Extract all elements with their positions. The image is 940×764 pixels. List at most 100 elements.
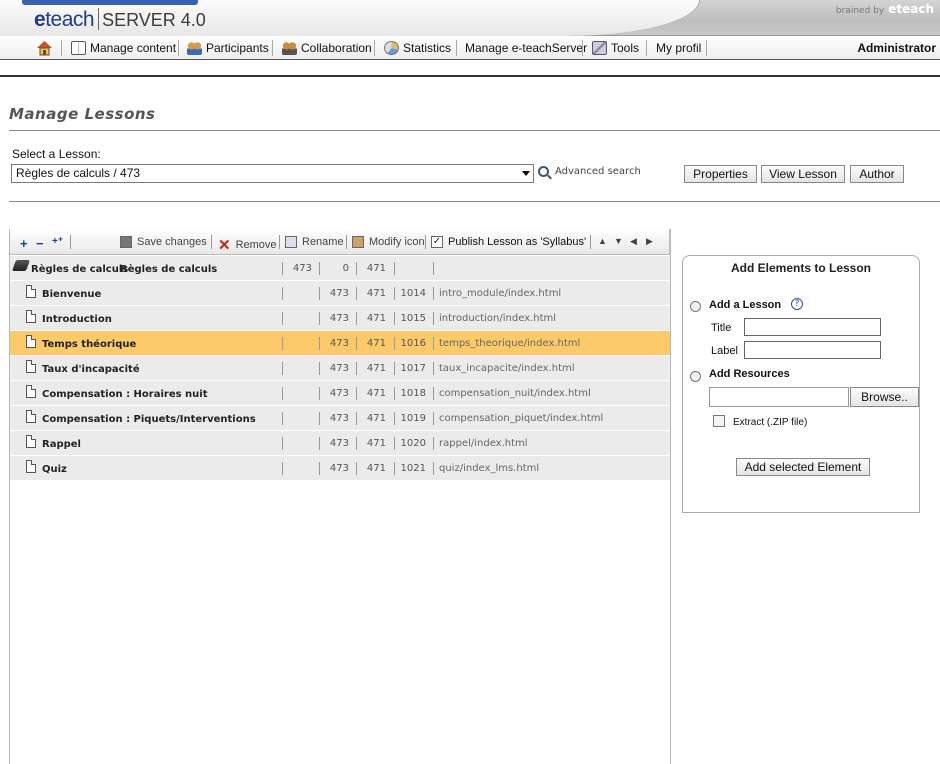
row-path: temps_theorique/index.html	[439, 338, 581, 349]
people-icon	[187, 41, 202, 55]
menu-statistics[interactable]: Statistics	[384, 39, 451, 57]
advanced-search-link[interactable]: Advanced search	[538, 166, 641, 177]
search-icon	[538, 166, 549, 177]
book-icon	[71, 41, 86, 55]
menu-participants[interactable]: Participants	[187, 39, 269, 57]
panel-title: Add Elements to Lesson	[730, 261, 872, 275]
current-user: Administrator	[857, 41, 936, 55]
chart-icon	[384, 41, 399, 55]
chevron-down-icon	[522, 171, 530, 176]
author-button[interactable]: Author	[850, 165, 904, 183]
remove-button[interactable]: ✕ Remove	[218, 236, 277, 254]
add-lesson-label: Add a Lesson	[709, 299, 782, 311]
document-icon	[26, 385, 36, 398]
tree-row[interactable]: Rappel 473 471 1020 rappel/index.html	[10, 431, 670, 456]
row-name: Quiz	[42, 464, 67, 475]
row-name: Temps théorique	[42, 339, 137, 350]
properties-button[interactable]: Properties	[684, 165, 757, 183]
document-icon	[26, 435, 36, 448]
main-menu: Manage content Participants Collaboratio…	[0, 36, 940, 60]
tree-row[interactable]: Taux d'incapacité 473 471 1017 taux_incapaci…	[10, 356, 670, 381]
tree-root-row[interactable]: Règles de calculs Règles de calculs 473 …	[10, 256, 670, 281]
title-input[interactable]	[744, 318, 881, 336]
label-input[interactable]	[744, 341, 881, 359]
row-path: compensation_piquet/index.html	[439, 413, 604, 424]
divider	[9, 201, 940, 202]
tree-toolbar: + − +⁺ Save changes ✕ Remove Rename Modif…	[10, 229, 670, 255]
save-changes-button[interactable]: Save changes	[120, 236, 207, 248]
menu-manage-content[interactable]: Manage content	[71, 39, 176, 57]
document-icon	[26, 335, 36, 348]
row-name: Bienvenue	[42, 289, 102, 300]
divider	[0, 75, 940, 77]
document-icon	[26, 285, 36, 298]
document-icon	[26, 310, 36, 323]
document-icon	[26, 410, 36, 423]
menu-manage-eteachserver[interactable]: Manage e-teachServer	[465, 39, 587, 57]
lesson-select[interactable]: Règles de calculs / 473	[11, 164, 534, 183]
move-left-icon[interactable]: ◀	[630, 236, 637, 247]
row-path: taux_incapacite/index.html	[439, 363, 575, 374]
menu-my-profil[interactable]: My profil	[656, 39, 701, 57]
title-label: Title	[711, 322, 732, 334]
home-icon[interactable]	[36, 39, 53, 57]
row-name: Compensation : Piquets/Interventions	[42, 414, 256, 425]
document-icon	[26, 460, 36, 473]
expand-all-icon[interactable]: +⁺	[52, 236, 63, 247]
tree-row[interactable]: Bienvenue 473 471 1014 intro_module/index.ht…	[10, 281, 670, 306]
row-path: introduction/index.html	[439, 313, 557, 324]
add-resources-label: Add Resources	[709, 368, 790, 380]
row-path: compensation_nuit/index.html	[439, 388, 591, 399]
root-name: Règles de calculs	[31, 264, 129, 275]
modify-icon-button[interactable]: Modify icon	[352, 236, 425, 248]
document-icon	[26, 360, 36, 373]
root-title: Règles de calculs	[120, 264, 218, 275]
eteach-logo: eteach SERVER 4.0	[34, 8, 206, 31]
rename-button[interactable]: Rename	[285, 236, 344, 248]
add-lesson-radio[interactable]	[690, 301, 701, 312]
menu-tools[interactable]: Tools	[592, 39, 639, 57]
tree-row[interactable]: Quiz 473 471 1021 quiz/index_lms.html	[10, 456, 670, 481]
menu-collaboration[interactable]: Collaboration	[282, 39, 372, 57]
tree-row[interactable]: Compensation : Piquets/Interventions 473 4…	[10, 406, 670, 431]
tree-row[interactable]: Compensation : Horaires nuit 473 471 1018 co…	[10, 381, 670, 406]
extract-zip-checkbox[interactable]	[713, 415, 725, 427]
rename-icon	[285, 236, 297, 248]
top-header: eteach SERVER 4.0 brained by eteach	[0, 0, 940, 36]
lesson-tree: + − +⁺ Save changes ✕ Remove Rename Modif…	[9, 229, 671, 764]
tree-row[interactable]: Temps théorique 473 471 1016 temps_theorique…	[10, 331, 670, 356]
tools-icon	[592, 41, 607, 55]
row-name: Introduction	[42, 314, 112, 325]
books-icon	[11, 260, 31, 271]
image-icon	[352, 236, 364, 248]
expand-icon[interactable]: +	[20, 236, 28, 251]
add-resources-radio[interactable]	[690, 371, 701, 382]
move-right-icon[interactable]: ▶	[646, 236, 653, 247]
collapse-icon[interactable]: −	[36, 236, 44, 251]
row-name: Compensation : Horaires nuit	[42, 389, 208, 400]
label-label: Label	[711, 345, 738, 357]
row-name: Rappel	[42, 439, 81, 450]
tree-row[interactable]: Introduction 473 471 1015 introduction/index…	[10, 306, 670, 331]
browse-button[interactable]: Browse..	[850, 387, 919, 407]
row-path: rappel/index.html	[439, 438, 528, 449]
move-down-icon[interactable]: ▼	[614, 236, 623, 246]
move-up-icon[interactable]: ▲	[598, 236, 607, 246]
floppy-icon	[120, 236, 132, 248]
select-lesson-label: Select a Lesson:	[12, 147, 101, 161]
publish-syllabus-checkbox[interactable]: ✓ Publish Lesson as 'Syllabus'	[431, 236, 586, 248]
file-path-input[interactable]	[709, 387, 849, 407]
divider	[9, 130, 940, 131]
extract-zip-label: Extract (.ZIP file)	[733, 417, 808, 428]
brained-by-label: brained by eteach	[835, 2, 934, 16]
row-path: intro_module/index.html	[439, 288, 562, 299]
checkbox-checked-icon: ✓	[431, 236, 443, 248]
view-lesson-button[interactable]: View Lesson	[761, 165, 845, 183]
add-selected-element-button[interactable]: Add selected Element	[736, 458, 870, 476]
row-path: quiz/index_lms.html	[439, 463, 540, 474]
header-tab-strip	[22, 0, 198, 5]
add-elements-panel: Add Elements to Lesson Add a Lesson ? Ti…	[682, 255, 920, 513]
x-icon: ✕	[218, 237, 231, 254]
row-name: Taux d'incapacité	[42, 364, 140, 375]
help-icon[interactable]: ?	[791, 298, 803, 310]
